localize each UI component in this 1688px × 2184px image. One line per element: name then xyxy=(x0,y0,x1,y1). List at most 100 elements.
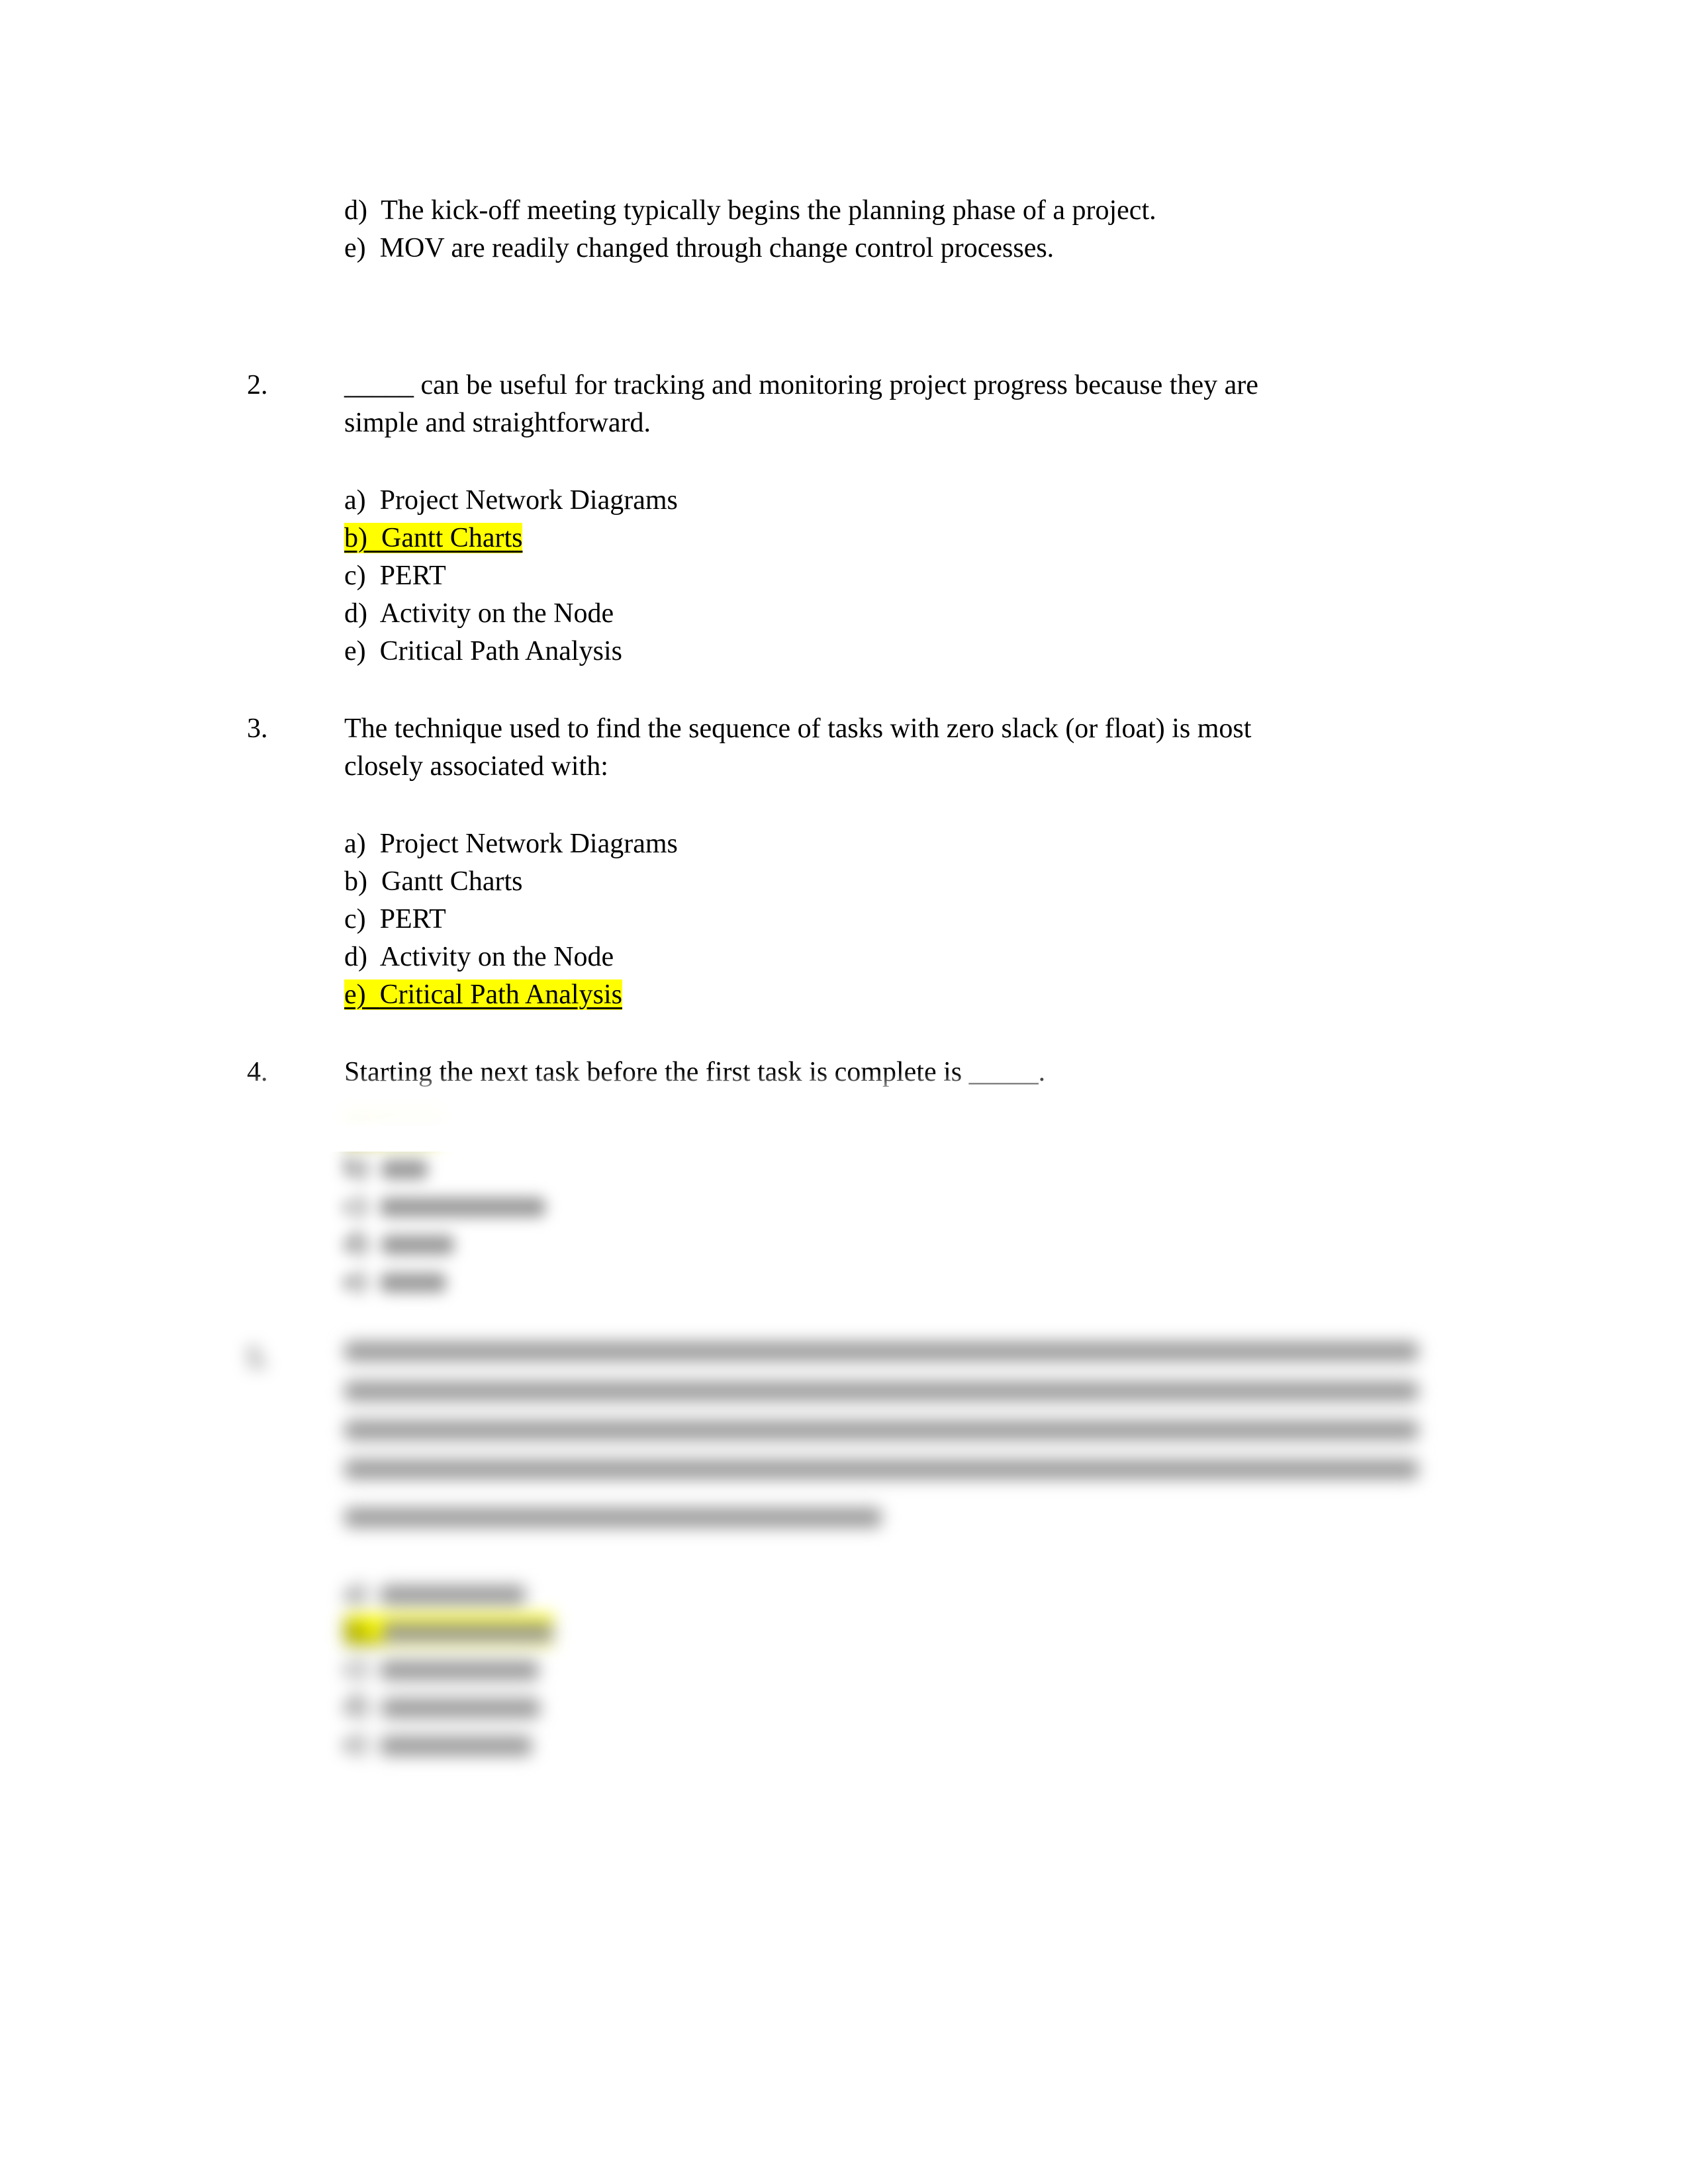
option-text xyxy=(379,1273,446,1293)
option-row: a) xyxy=(344,1574,1419,1612)
option-label: d) xyxy=(344,195,367,226)
option-text: Gantt Charts xyxy=(381,523,523,553)
option-row: c) PERT xyxy=(344,901,1419,938)
question-stem-line-1 xyxy=(344,1342,1419,1362)
option-row-selected: b) Gantt Charts xyxy=(344,520,1419,557)
option-label: b) xyxy=(344,1615,367,1646)
option-text: MOV are readily changed through change c… xyxy=(379,233,1055,263)
option-row: d) The kick-off meeting typically begins… xyxy=(344,192,1419,230)
question-stem-line-1: The technique used to find the sequence … xyxy=(344,713,1252,744)
question-4-section: 4. Starting the next task before the fir… xyxy=(220,1054,1445,1300)
option-text xyxy=(381,1235,454,1255)
question-stem-line-4 xyxy=(344,1459,1419,1480)
option-row: d) Activity on the Node xyxy=(344,938,1419,976)
option-text: Activity on the Node xyxy=(379,942,614,972)
question-2: 2. _____ can be useful for tracking and … xyxy=(247,367,1419,442)
option-label: c) xyxy=(344,904,366,934)
option-text xyxy=(381,1622,553,1643)
carryover-options: d) The kick-off meeting typically begins… xyxy=(247,192,1419,267)
question-5-options: a) b) c) d) e) xyxy=(247,1574,1419,1762)
option-text: Critical Path Analysis xyxy=(379,979,622,1010)
question-stem-line-5 xyxy=(344,1507,882,1527)
option-row: d) Activity on the Node xyxy=(344,595,1419,633)
option-row: c) xyxy=(344,1649,1419,1687)
option-text: Project Network Diagrams xyxy=(379,485,678,516)
option-label: e) xyxy=(344,233,366,263)
option-text xyxy=(379,1660,539,1680)
option-row: e) xyxy=(344,1262,1419,1300)
option-label: a) xyxy=(344,829,366,859)
question-stem: The technique used to find the sequence … xyxy=(344,710,1419,786)
option-text: Critical Path Analysis xyxy=(379,636,622,666)
document-page: d) The kick-off meeting typically begins… xyxy=(0,0,1688,2184)
option-label: c) xyxy=(344,1653,366,1684)
option-label: b) xyxy=(344,523,367,553)
option-label: b) xyxy=(344,1152,367,1183)
question-stem: _____ can be useful for tracking and mon… xyxy=(344,367,1419,442)
question-2-options: a) Project Network Diagrams b) Gantt Cha… xyxy=(247,482,1419,670)
option-row: d) xyxy=(344,1687,1419,1725)
question-stem: Starting the next task before the first … xyxy=(344,1057,1046,1087)
page-content: d) The kick-off meeting typically begins… xyxy=(220,192,1445,1762)
question-stem-line-2: closely associated with: xyxy=(344,751,608,782)
option-text xyxy=(379,1122,440,1142)
question-4-options: a) b) c) d) e) xyxy=(247,1111,1419,1300)
option-text xyxy=(379,1584,526,1605)
question-number: 3. xyxy=(247,713,268,744)
option-text xyxy=(381,1698,540,1718)
option-text: The kick-off meeting typically begins th… xyxy=(381,195,1156,226)
option-row-selected: e) Critical Path Analysis xyxy=(344,976,1419,1014)
option-label: a) xyxy=(344,1115,366,1145)
option-row: c) PERT xyxy=(344,557,1419,595)
option-row: b) xyxy=(344,1149,1419,1187)
option-text: PERT xyxy=(379,904,446,934)
question-stem-line-3 xyxy=(344,1420,1419,1441)
option-label: d) xyxy=(344,1228,367,1258)
option-label: e) xyxy=(344,979,366,1010)
option-label: d) xyxy=(344,942,367,972)
option-row: b) Gantt Charts xyxy=(344,863,1419,901)
question-3: 3. The technique used to find the sequen… xyxy=(247,710,1419,786)
question-5: 5. xyxy=(247,1340,1419,1534)
option-text: Gantt Charts xyxy=(381,866,523,897)
option-label: c) xyxy=(344,561,366,591)
option-text xyxy=(379,1735,532,1756)
option-row-selected: b) xyxy=(344,1612,1419,1649)
option-text xyxy=(381,1160,428,1180)
option-row: e) MOV are readily changed through chang… xyxy=(344,230,1419,267)
option-text: Project Network Diagrams xyxy=(379,829,678,859)
question-number: 2. xyxy=(247,370,268,400)
option-text: Activity on the Node xyxy=(379,598,614,629)
question-5-section: 5. a) b) c) d) e) xyxy=(247,1340,1419,1762)
question-3-options: a) Project Network Diagrams b) Gantt Cha… xyxy=(247,825,1419,1014)
option-text: PERT xyxy=(379,561,446,591)
option-label: e) xyxy=(344,636,366,666)
question-stem-line-2 xyxy=(344,1381,1419,1401)
option-row: c) xyxy=(344,1187,1419,1224)
question-stem xyxy=(344,1340,1419,1534)
option-label: b) xyxy=(344,866,367,897)
option-row: a) Project Network Diagrams xyxy=(344,825,1419,863)
question-number: 5. xyxy=(247,1343,268,1373)
option-row-selected: a) xyxy=(344,1111,1419,1149)
option-label: d) xyxy=(344,1690,367,1721)
option-row: e) Critical Path Analysis xyxy=(344,633,1419,670)
option-label: e) xyxy=(344,1728,366,1759)
option-label: e) xyxy=(344,1265,366,1296)
question-4: 4. Starting the next task before the fir… xyxy=(220,1054,1445,1152)
option-label: c) xyxy=(344,1190,366,1220)
option-label: a) xyxy=(344,485,366,516)
option-row: d) xyxy=(344,1224,1419,1262)
option-row: a) Project Network Diagrams xyxy=(344,482,1419,520)
option-label: a) xyxy=(344,1577,366,1608)
option-text xyxy=(379,1197,545,1218)
